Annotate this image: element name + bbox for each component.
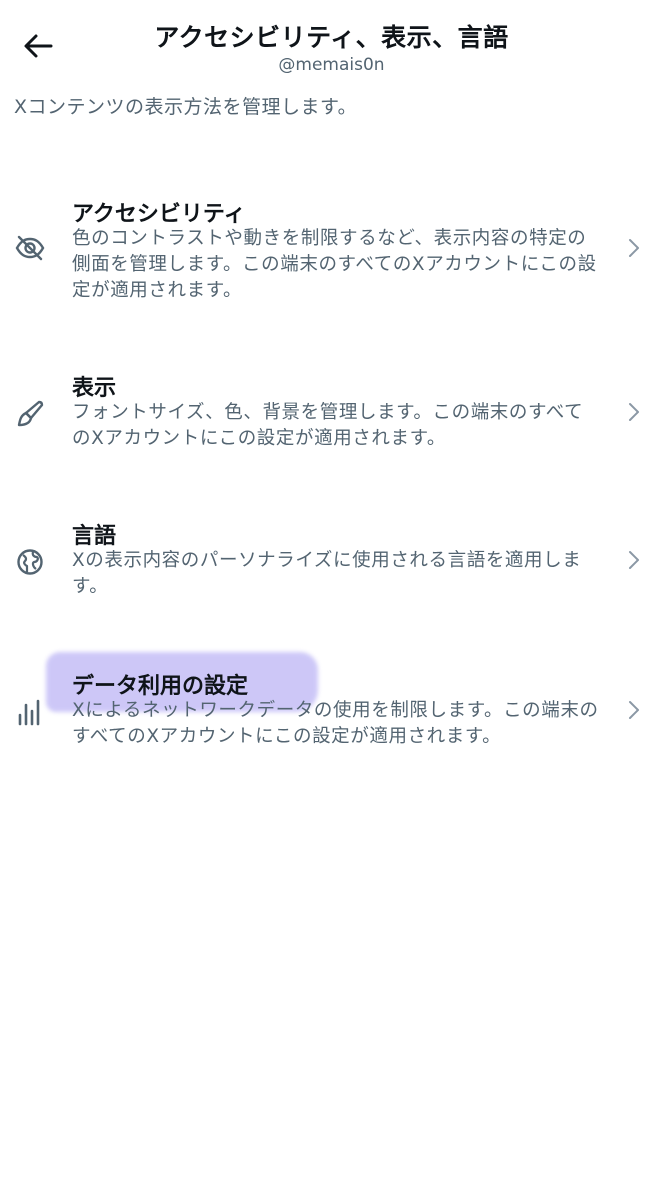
chevron-right-icon	[626, 236, 642, 260]
settings-item-title: 表示	[72, 376, 117, 401]
page-title: アクセシビリティ、表示、言語	[154, 23, 509, 52]
settings-item-data-usage[interactable]: データ利用の設定 Xによるネットワークデータの使用を制限します。この端末のすべて…	[0, 668, 663, 756]
chevron-right-icon	[626, 548, 642, 572]
settings-item-title: データ利用の設定	[72, 674, 249, 699]
globe-icon	[14, 546, 46, 578]
brush-icon	[14, 398, 46, 430]
settings-item-description: Xの表示内容のパーソナライズに使用される言語を適用します。	[72, 550, 582, 597]
eye-off-icon	[14, 232, 46, 264]
chevron-right-icon	[626, 400, 642, 424]
bar-chart-icon	[14, 696, 46, 728]
settings-item-description: Xによるネットワークデータの使用を制限します。この端末のすべてのXアカウントにこ…	[72, 700, 599, 747]
settings-item-description: フォントサイズ、色、背景を管理します。この端末のすべてのXアカウントにこの設定が…	[72, 402, 584, 449]
account-handle: @memais0n	[278, 55, 385, 75]
settings-item-title: アクセシビリティ	[72, 202, 246, 227]
page-description: Xコンテンツの表示方法を管理します。	[14, 96, 358, 118]
chevron-right-icon	[626, 698, 642, 722]
top-app-bar: アクセシビリティ、表示、言語 @memais0n	[0, 0, 663, 84]
settings-item-accessibility[interactable]: アクセシビリティ 色のコントラストや動きを制限するなど、表示内容の特定の側面を管…	[0, 196, 663, 308]
settings-item-display[interactable]: 表示 フォントサイズ、色、背景を管理します。この端末のすべてのXアカウントにこの…	[0, 370, 663, 458]
back-button[interactable]	[16, 24, 60, 68]
settings-item-language[interactable]: 言語 Xの表示内容のパーソナライズに使用される言語を適用します。	[0, 518, 663, 606]
settings-item-title: 言語	[72, 524, 117, 549]
arrow-left-icon	[24, 34, 53, 58]
settings-item-description: 色のコントラストや動きを制限するなど、表示内容の特定の側面を管理します。この端末…	[72, 228, 597, 301]
